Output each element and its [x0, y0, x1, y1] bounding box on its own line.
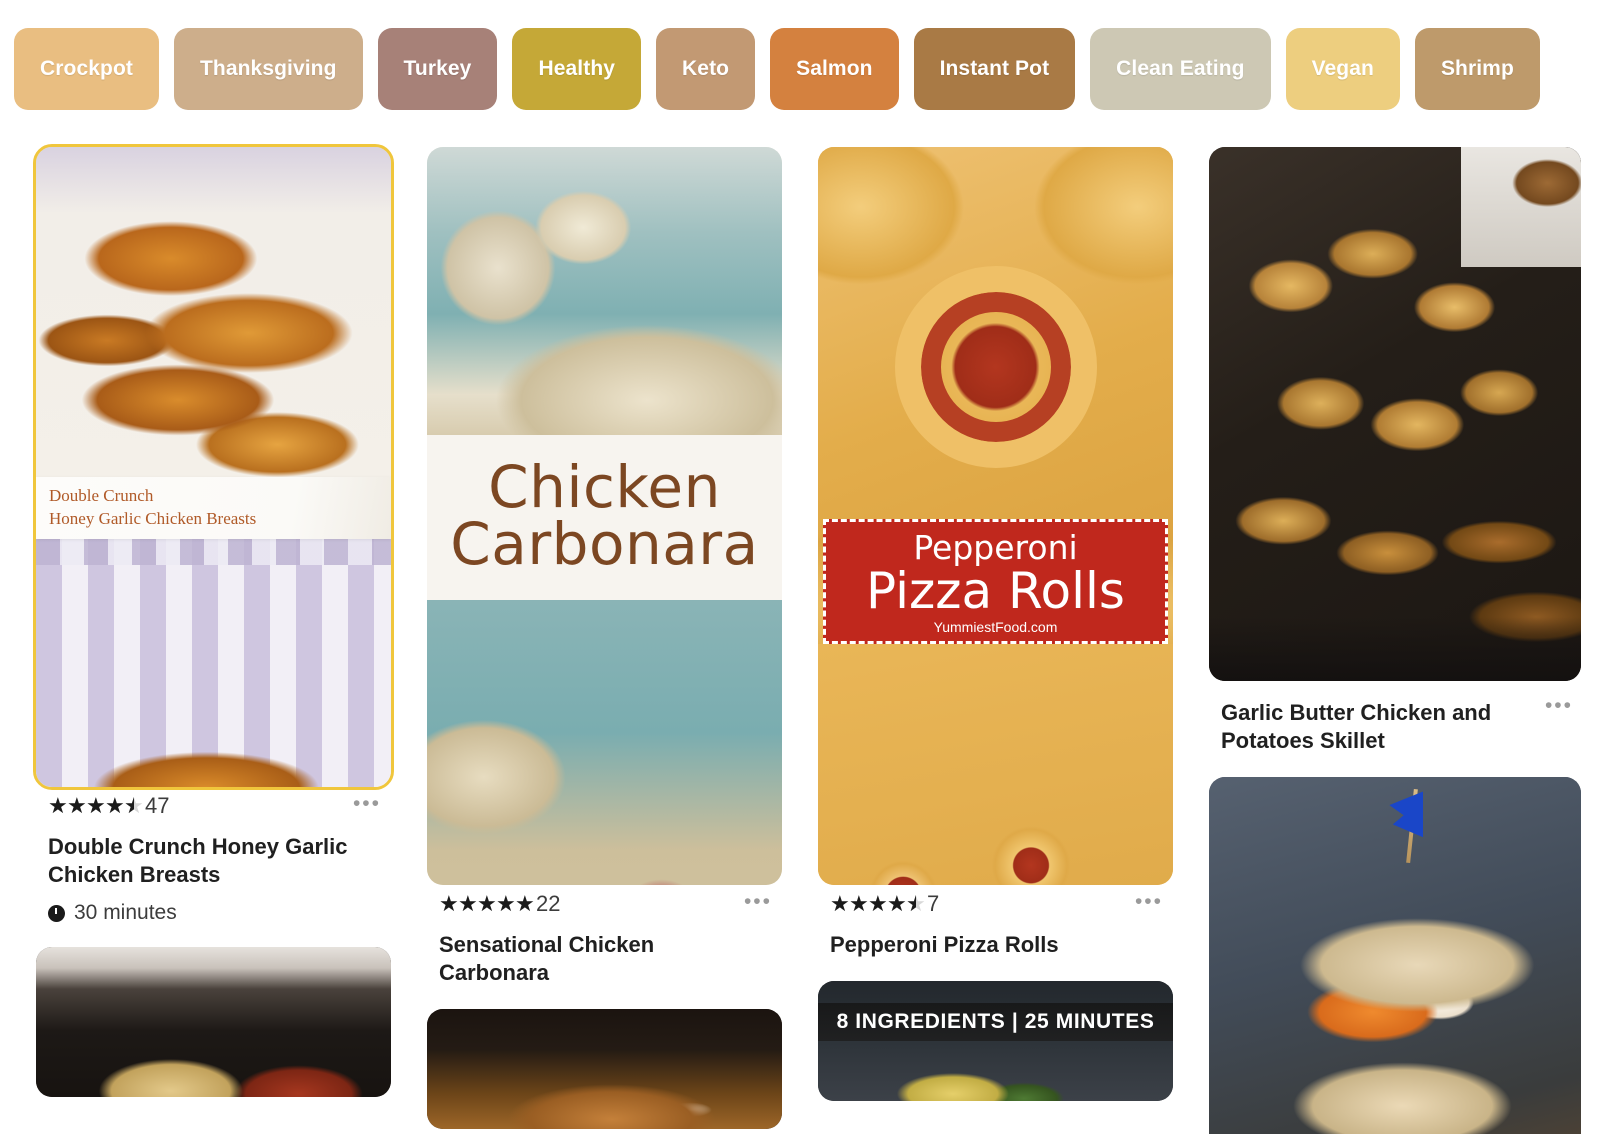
image-overlay-caption: Pepperoni Pizza Rolls YummiestFood.com [823, 519, 1168, 644]
recipe-board: Double Crunch Honey Garlic Chicken Breas… [0, 124, 1600, 1134]
board-column-1: Double Crunch Honey Garlic Chicken Breas… [33, 144, 394, 1134]
star-rating: ★★★★★★★★★★ [48, 793, 144, 818]
clock-icon [48, 904, 65, 922]
food-photo-buffalo-chicken-wraps [1209, 777, 1581, 1134]
tag-salmon[interactable]: Salmon [770, 28, 899, 110]
recipe-image-casserole-partial[interactable]: 8 INGREDIENTS | 25 MINUTES [818, 981, 1173, 1102]
recipe-time: 30 minutes [48, 901, 389, 925]
food-photo-carbonara-fork [427, 147, 782, 435]
food-photo-carbonara-bowl [427, 600, 782, 885]
overlay-line-1: Double Crunch [49, 486, 154, 506]
recipe-card-garlic-butter-chicken[interactable]: Garlic Butter Chicken and Potatoes Skill… [1209, 147, 1581, 755]
recipe-title[interactable]: Double Crunch Honey Garlic Chicken Breas… [48, 833, 378, 889]
image-overlay-caption: Double Crunch Honey Garlic Chicken Breas… [36, 477, 391, 539]
recipe-title[interactable]: Garlic Butter Chicken and Potatoes Skill… [1221, 699, 1521, 755]
food-photo-garlic-butter-skillet [1209, 147, 1581, 681]
board-column-4: Garlic Butter Chicken and Potatoes Skill… [1209, 147, 1581, 1134]
tag-instant-pot[interactable]: Instant Pot [913, 28, 1076, 110]
recipe-card-honey-garlic-chicken[interactable]: Double Crunch Honey Garlic Chicken Breas… [33, 144, 394, 925]
recipe-card-skillet-partial[interactable] [36, 947, 391, 1098]
overlay-line-2: Carbonara [450, 510, 759, 579]
recipe-image-curry-partial[interactable] [427, 1009, 782, 1130]
recipe-image-buffalo-wraps[interactable] [1209, 777, 1581, 1134]
tag-healthy[interactable]: Healthy [512, 28, 642, 110]
card-overflow-menu-icon[interactable]: ••• [744, 891, 772, 912]
tag-label: Shrimp [1440, 57, 1514, 80]
recipe-meta: ★★★★★★★★★★ 47 ••• Double Crunch Honey Ga… [36, 787, 391, 925]
recipe-card-chicken-carbonara[interactable]: Chicken Carbonara ★ ★ ★ ★ ★ ★ ★ ★ ★ ★ 22 ••• Sens… [427, 147, 782, 987]
tag-label: Instant Pot [939, 57, 1050, 80]
recipe-image-skillet-partial[interactable] [36, 947, 391, 1098]
rating-count: 7 [927, 891, 940, 916]
recipe-title[interactable]: Pepperoni Pizza Rolls [830, 931, 1160, 959]
rating-row: ★★★★★★★★★★ 7 ••• [830, 889, 1171, 919]
overlay-line-2: Pizza Rolls [866, 561, 1125, 620]
food-photo-casserole [818, 981, 1173, 1102]
tag-shrimp[interactable]: Shrimp [1414, 28, 1540, 110]
star-rating: ★★★★★★★★★★ [830, 891, 926, 916]
tag-keto[interactable]: Keto [656, 28, 756, 110]
board-column-3: Pepperoni Pizza Rolls YummiestFood.com ★… [818, 147, 1173, 1134]
food-photo-curry-pan [427, 1009, 782, 1130]
recipe-card-casserole-partial[interactable]: 8 INGREDIENTS | 25 MINUTES [818, 981, 1173, 1102]
recipe-image-garlic-butter-chicken[interactable] [1209, 147, 1581, 681]
tag-label: Thanksgiving [199, 57, 337, 80]
recipe-time-label: 30 minutes [74, 901, 177, 925]
tag-label: Keto [682, 57, 730, 80]
recipe-image-chicken-carbonara[interactable]: Chicken Carbonara [427, 147, 782, 885]
tag-vegan[interactable]: Vegan [1285, 28, 1400, 110]
star-rating: ★★★★★★★★★★ [439, 891, 535, 916]
category-tag-bar: Crockpot Thanksgiving Turkey Healthy Ket… [0, 0, 1600, 124]
recipe-meta: ★★★★★★★★★★ 7 ••• Pepperoni Pizza Rolls [818, 885, 1173, 959]
tag-label: Vegan [1311, 57, 1374, 80]
rating-count: 22 [536, 891, 561, 916]
overlay-site-label: YummiestFood.com [933, 618, 1058, 635]
recipe-title[interactable]: Sensational Chicken Carbonara [439, 931, 769, 987]
recipe-card-curry-partial[interactable] [427, 1009, 782, 1130]
overlay-line-1: Chicken [488, 453, 721, 522]
rating-row: ★★★★★★★★★★ 47 ••• [48, 791, 389, 821]
food-photo-skillet [36, 947, 391, 1098]
card-overflow-menu-icon[interactable]: ••• [1545, 695, 1573, 716]
food-photo-pizza-rolls-tray [818, 644, 1173, 885]
tag-thanksgiving[interactable]: Thanksgiving [173, 28, 363, 110]
recipe-meta: Garlic Butter Chicken and Potatoes Skill… [1209, 681, 1581, 755]
recipe-image-honey-garlic-chicken[interactable]: Double Crunch Honey Garlic Chicken Breas… [33, 144, 394, 790]
image-overlay-caption: Chicken Carbonara [427, 435, 782, 600]
recipe-image-pepperoni-pizza-rolls[interactable]: Pepperoni Pizza Rolls YummiestFood.com [818, 147, 1173, 885]
tag-label: Clean Eating [1116, 57, 1245, 80]
food-photo-chicken-stacked [36, 519, 391, 787]
overlay-line-1: Pepperoni [913, 527, 1078, 567]
tag-turkey[interactable]: Turkey [377, 28, 498, 110]
tag-crockpot[interactable]: Crockpot [14, 28, 159, 110]
rating-row: ★ ★ ★ ★ ★ ★ ★ ★ ★ ★ 22 ••• [439, 889, 780, 919]
rating-count: 47 [145, 793, 170, 818]
food-photo-chicken-plated [36, 147, 391, 519]
tag-label: Healthy [538, 57, 616, 80]
tag-clean-eating[interactable]: Clean Eating [1090, 28, 1271, 110]
tag-label: Salmon [796, 57, 873, 80]
overlay-line-2: Honey Garlic Chicken Breasts [49, 509, 257, 528]
card-overflow-menu-icon[interactable]: ••• [353, 793, 381, 814]
board-column-2: Chicken Carbonara ★ ★ ★ ★ ★ ★ ★ ★ ★ ★ 22 ••• Sens… [427, 147, 782, 1134]
tag-label: Turkey [403, 57, 472, 80]
card-overflow-menu-icon[interactable]: ••• [1135, 891, 1163, 912]
tag-label: Crockpot [40, 57, 133, 80]
image-overlay-banner: 8 INGREDIENTS | 25 MINUTES [818, 1003, 1173, 1042]
recipe-meta: ★ ★ ★ ★ ★ ★ ★ ★ ★ ★ 22 ••• Sensational Chicken Ca… [427, 885, 782, 987]
recipe-card-pepperoni-pizza-rolls[interactable]: Pepperoni Pizza Rolls YummiestFood.com ★… [818, 147, 1173, 959]
recipe-card-buffalo-wraps[interactable] [1209, 777, 1581, 1134]
